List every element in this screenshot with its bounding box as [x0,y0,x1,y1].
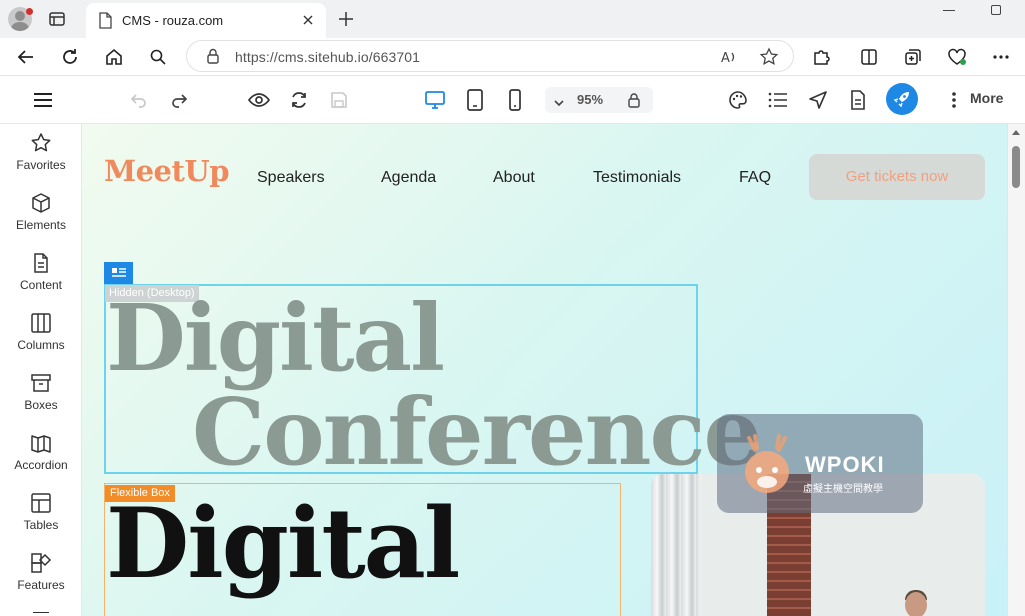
features-icon [31,553,52,573]
read-aloud-icon[interactable]: A [719,47,739,72]
zoom-selector[interactable]: 95% [545,87,653,113]
chevron-down-icon [553,95,565,113]
more-button[interactable]: More [970,90,1003,106]
more-vertical-icon[interactable] [942,88,966,112]
browser-tab-strip: CMS - rouza.com [0,0,1025,38]
sidebar-item-boxes[interactable]: Boxes [0,364,82,424]
nav-link-about[interactable]: About [493,169,535,187]
refresh-icon[interactable] [58,45,82,69]
lock-icon[interactable] [205,47,221,70]
deer-mascot-icon [745,434,789,493]
sidebar-item-label: Columns [17,338,65,352]
sidebar-item-elements[interactable]: Elements [0,184,82,244]
tab-actions-icon[interactable] [48,10,66,28]
search-icon[interactable] [146,45,170,69]
url-text: https://cms.sitehub.io/663701 [235,49,421,65]
tablet-view-icon[interactable] [463,88,487,112]
favorite-star-icon[interactable] [759,47,779,72]
minimize-icon[interactable] [943,10,955,11]
cube-icon [32,193,50,213]
back-arrow-icon[interactable] [14,45,38,69]
health-heart-icon[interactable] [945,45,969,69]
watermark-logo: WPOKI 虛擬主機空間教學 [717,414,923,513]
site-logo[interactable]: MeetUp [104,154,229,188]
sidebar-item-label: Tables [23,518,59,532]
sidebar-item-label: Features [17,578,65,592]
save-icon[interactable] [327,88,351,112]
list-icon[interactable] [766,88,790,112]
new-tab-plus-icon[interactable] [336,9,356,34]
extensions-puzzle-icon[interactable] [809,45,833,69]
split-screen-icon[interactable] [857,45,881,69]
sidebar-item-label: Favorites [16,158,66,172]
page-icon [98,12,112,34]
get-tickets-button[interactable]: Get tickets now [809,154,985,200]
svg-text:A: A [721,51,730,66]
desktop-view-icon[interactable] [423,88,447,112]
padlock-icon[interactable] [627,92,641,113]
box-icon [31,374,51,392]
undo-icon[interactable] [127,88,151,112]
nav-link-faq[interactable]: FAQ [739,169,771,187]
sidebar-item-label: Content [19,278,63,292]
sync-icon[interactable] [287,88,311,112]
sidebar-item-label: Boxes [24,398,58,412]
star-icon [31,133,51,152]
watermark-subtitle: 虛擬主機空間教學 [803,484,883,495]
accordion-icon [31,435,51,453]
page-canvas[interactable]: MeetUp Speakers Agenda About Testimonial… [82,124,1007,616]
sidebar-item-label: Accordion [14,458,68,472]
sidebar-item-content[interactable]: Content [0,244,82,304]
maximize-icon[interactable] [991,5,1001,15]
home-icon[interactable] [102,45,126,69]
sidebar-item-favorites[interactable]: Favorites [0,124,82,184]
heading-widget-icon[interactable] [104,262,133,284]
sidebar-item-columns[interactable]: Columns [0,304,82,364]
nav-link-agenda[interactable]: Agenda [381,169,436,187]
hero-heading-line1[interactable]: Digital [106,292,445,384]
scroll-up-arrow-icon[interactable] [1012,130,1020,135]
columns-icon [31,313,51,333]
preview-eye-icon[interactable] [247,88,271,112]
sidebar-item-label: Elements [15,218,67,232]
nav-link-speakers[interactable]: Speakers [257,169,325,187]
browser-tab[interactable]: CMS - rouza.com [86,3,326,38]
table-icon [31,493,51,513]
page-settings-icon[interactable] [846,88,870,112]
collections-icon[interactable] [901,45,925,69]
document-icon [34,253,48,273]
redo-icon[interactable] [167,88,191,112]
profile-notification-dot [26,8,33,15]
sidebar-item-tables[interactable]: Tables [0,484,82,544]
sidebar-more-peek [33,612,49,616]
hero-heading-black[interactable]: Digital [106,496,460,592]
palette-icon[interactable] [726,88,750,112]
browser-address-bar: https://cms.sitehub.io/663701 A [0,38,1025,76]
editor-toolbar: 95% More [0,76,1025,124]
mobile-view-icon[interactable] [503,88,527,112]
watermark-brand: WPOKI [805,452,885,477]
publish-rocket-icon[interactable] [886,83,918,115]
close-icon[interactable] [300,12,316,33]
hamburger-menu-icon[interactable] [31,88,55,112]
element-sidebar: Favorites Elements Content Columns Boxes… [0,124,82,616]
zoom-level: 95% [577,92,604,107]
navigate-arrow-icon[interactable] [806,88,830,112]
url-bar[interactable]: https://cms.sitehub.io/663701 A [186,40,794,72]
hero-heading-line2[interactable]: Conference [192,386,762,478]
scroll-thumb[interactable] [1012,146,1020,188]
canvas-scrollbar[interactable] [1007,124,1025,616]
tab-title: CMS - rouza.com [122,13,224,28]
browser-menu-ellipsis-icon[interactable] [989,45,1013,69]
nav-link-testimonials[interactable]: Testimonials [593,169,681,187]
sidebar-item-features[interactable]: Features [0,544,82,604]
sidebar-item-accordion[interactable]: Accordion [0,424,82,484]
